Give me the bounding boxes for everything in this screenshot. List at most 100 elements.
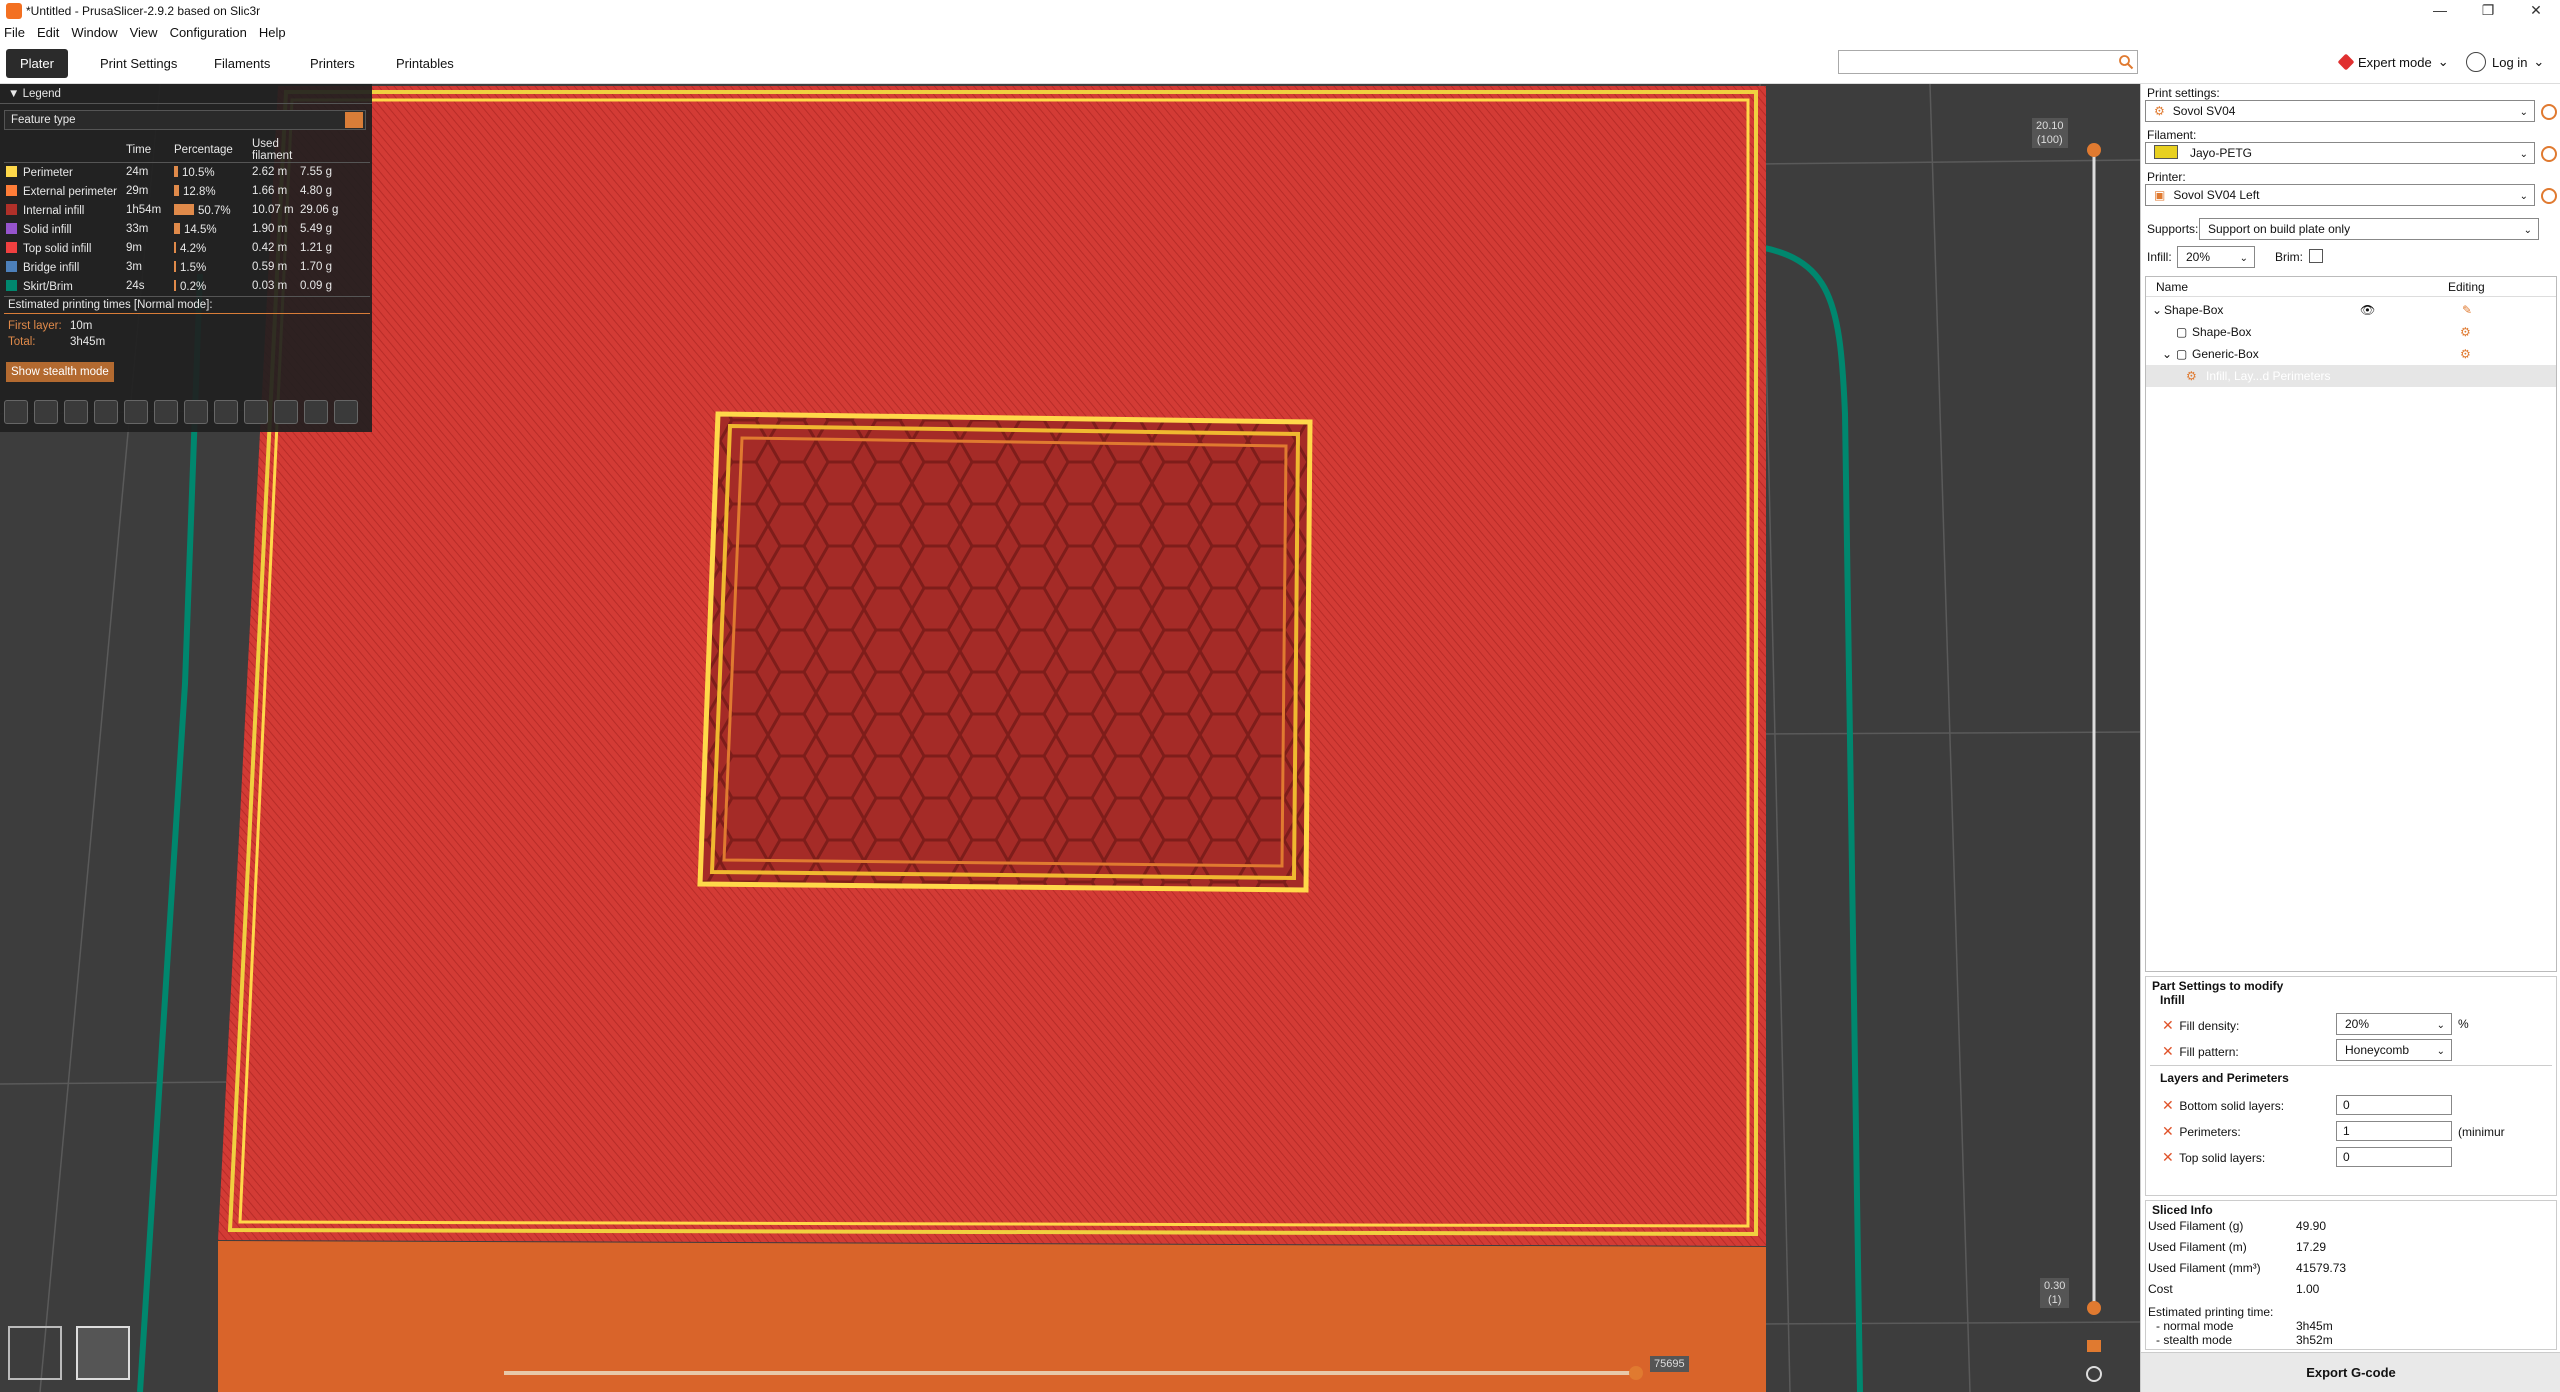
fill-pattern-value: Honeycomb — [2345, 1043, 2410, 1057]
login-button[interactable]: Log in ⌄ — [2466, 52, 2544, 72]
printer-select[interactable]: ▣ Sovol SV04 Left ⌄ — [2145, 184, 2535, 206]
remove-setting-icon[interactable]: ✕ — [2162, 1043, 2176, 1060]
tab-printables[interactable]: Printables — [382, 49, 468, 78]
remove-setting-icon[interactable]: ✕ — [2162, 1123, 2176, 1140]
travel-icon[interactable] — [4, 400, 28, 424]
menu-configuration[interactable]: Configuration — [170, 25, 247, 40]
menu-window[interactable]: Window — [71, 25, 117, 40]
wipe-icon[interactable] — [34, 400, 58, 424]
search-icon[interactable] — [2118, 54, 2134, 70]
legend-cell-time: 1h54m — [124, 201, 172, 220]
normal-mode-value: 3h45m — [2296, 1319, 2333, 1333]
search-input[interactable] — [1838, 50, 2138, 74]
chevron-down-icon[interactable]: ⌄ — [2162, 343, 2172, 365]
minimize-icon[interactable]: — — [2416, 0, 2464, 22]
shells-icon[interactable] — [304, 400, 328, 424]
gear-icon: ⚙ — [2154, 104, 2165, 118]
infill-group-title: Infill — [2160, 993, 2185, 1007]
legend-row[interactable]: External perimeter 29m 12.8% 1.66 m 4.80 g — [4, 182, 370, 201]
legend-cell-length: 10.07 m — [250, 201, 298, 220]
close-icon[interactable]: ✕ — [2512, 0, 2560, 22]
legend-feature-text: External perimeter — [23, 185, 117, 198]
custom-gcode-icon[interactable] — [244, 400, 268, 424]
perimeters-label: Perimeters: — [2179, 1125, 2241, 1139]
tab-plater[interactable]: Plater — [6, 49, 68, 78]
legend-feature-text: Internal infill — [23, 204, 85, 217]
menu-file[interactable]: File — [4, 25, 25, 40]
tab-print-settings[interactable]: Print Settings — [86, 49, 191, 78]
deretractions-icon[interactable] — [94, 400, 118, 424]
sliced-info-title: Sliced Info — [2152, 1203, 2213, 1217]
legend-row[interactable]: Bridge infill 3m 1.5% 0.59 m 1.70 g — [4, 258, 370, 277]
maximize-icon[interactable]: ❐ — [2464, 0, 2512, 22]
tab-filaments[interactable]: Filaments — [200, 49, 284, 78]
legend-length-text: 2.62 m — [252, 166, 288, 179]
fill-density-row: ✕ Fill density: — [2162, 1017, 2239, 1034]
legend-row[interactable]: Skirt/Brim 24s 0.2% 0.03 m 0.09 g — [4, 277, 370, 296]
tool-marker-icon[interactable] — [334, 400, 358, 424]
center-of-gravity-icon[interactable] — [274, 400, 298, 424]
color-changes-icon[interactable] — [184, 400, 208, 424]
legend-header[interactable]: ▼ Legend — [0, 84, 372, 104]
tool-changes-icon[interactable] — [154, 400, 178, 424]
gear-icon[interactable]: ⚙ — [2460, 321, 2471, 343]
edit-icon[interactable]: ✎ — [2462, 299, 2472, 321]
legend-cell-weight: 1.70 g — [298, 258, 370, 277]
legend-cell-weight: 29.06 g — [298, 201, 370, 220]
remove-setting-icon[interactable]: ✕ — [2162, 1149, 2176, 1166]
legend-row[interactable]: Top solid infill 9m 4.2% 0.42 m 1.21 g — [4, 239, 370, 258]
mode-selector[interactable]: Expert mode ⌄ — [2337, 53, 2449, 71]
percentage-bar — [174, 279, 176, 291]
used-filament-g-label: Used Filament (g) — [2148, 1219, 2244, 1233]
eye-icon[interactable]: 👁 — [2360, 299, 2375, 321]
show-stealth-mode-button[interactable]: Show stealth mode — [6, 362, 114, 382]
pauses-icon[interactable] — [214, 400, 238, 424]
seams-icon[interactable] — [124, 400, 148, 424]
legend-cell-percent: 0.2% — [172, 277, 250, 296]
infill-select[interactable]: 20% ⌄ — [2177, 246, 2255, 268]
tab-printers[interactable]: Printers — [296, 49, 369, 78]
export-gcode-button[interactable]: Export G-code — [2141, 1352, 2560, 1392]
perimeters-input[interactable]: 1 — [2336, 1121, 2452, 1141]
print-settings-edit-gear-icon[interactable] — [2541, 104, 2557, 120]
menu-edit[interactable]: Edit — [37, 25, 59, 40]
list-item[interactable]: ⚙ Infill, Lay...d Perimeters — [2146, 365, 2556, 387]
view-type-select[interactable]: Feature type — [4, 110, 366, 130]
gear-icon[interactable]: ⚙ — [2460, 343, 2471, 365]
modifier-name: Generic-Box — [2192, 347, 2259, 361]
color-swatch — [6, 165, 17, 177]
list-item[interactable]: ▢ Shape-Box ⚙ — [2146, 321, 2556, 343]
fill-density-select[interactable]: 20% ⌄ — [2336, 1013, 2452, 1035]
legend-weight-text: 4.80 g — [300, 185, 332, 197]
legend-title: Legend — [22, 88, 61, 100]
list-item[interactable]: ⌄ ▢ Generic-Box ⚙ — [2146, 343, 2556, 365]
preview-layers-icon[interactable] — [76, 1326, 130, 1380]
filament-select[interactable]: Jayo-PETG ⌄ — [2145, 142, 2535, 164]
brim-checkbox[interactable] — [2309, 249, 2323, 263]
chevron-down-icon[interactable] — [345, 112, 363, 128]
printer-edit-gear-icon[interactable] — [2541, 188, 2557, 204]
top-solid-input[interactable]: 0 — [2336, 1147, 2452, 1167]
3d-view-icon[interactable] — [8, 1326, 62, 1380]
filament-edit-gear-icon[interactable] — [2541, 146, 2557, 162]
menu-view[interactable]: View — [130, 25, 158, 40]
print-settings-select[interactable]: ⚙ Sovol SV04 ⌄ — [2145, 100, 2535, 122]
bottom-solid-input[interactable]: 0 — [2336, 1095, 2452, 1115]
menu-help[interactable]: Help — [259, 25, 286, 40]
legend-cell-length: 0.03 m — [250, 277, 298, 296]
retractions-icon[interactable] — [64, 400, 88, 424]
legend-row[interactable]: Perimeter 24m 10.5% 2.62 m 7.55 g — [4, 163, 370, 182]
legend-row[interactable]: Internal infill 1h54m 50.7% 10.07 m 29.06 g — [4, 201, 370, 220]
legend-cell-feature: Solid infill — [4, 220, 124, 239]
chevron-down-icon[interactable]: ⌄ — [2152, 299, 2162, 321]
percentage-bar — [174, 184, 179, 196]
fill-pattern-select[interactable]: Honeycomb ⌄ — [2336, 1039, 2452, 1061]
supports-select[interactable]: Support on build plate only ⌄ — [2199, 218, 2539, 240]
remove-setting-icon[interactable]: ✕ — [2162, 1017, 2176, 1034]
color-swatch — [6, 241, 17, 253]
remove-setting-icon[interactable]: ✕ — [2162, 1097, 2176, 1114]
bottom-layer-height: 0.30 — [2044, 1280, 2066, 1292]
legend-row[interactable]: Solid infill 33m 14.5% 1.90 m 5.49 g — [4, 220, 370, 239]
infill-label: Infill: — [2147, 250, 2172, 264]
list-item[interactable]: ⌄ Shape-Box 👁 ✎ — [2146, 299, 2556, 321]
